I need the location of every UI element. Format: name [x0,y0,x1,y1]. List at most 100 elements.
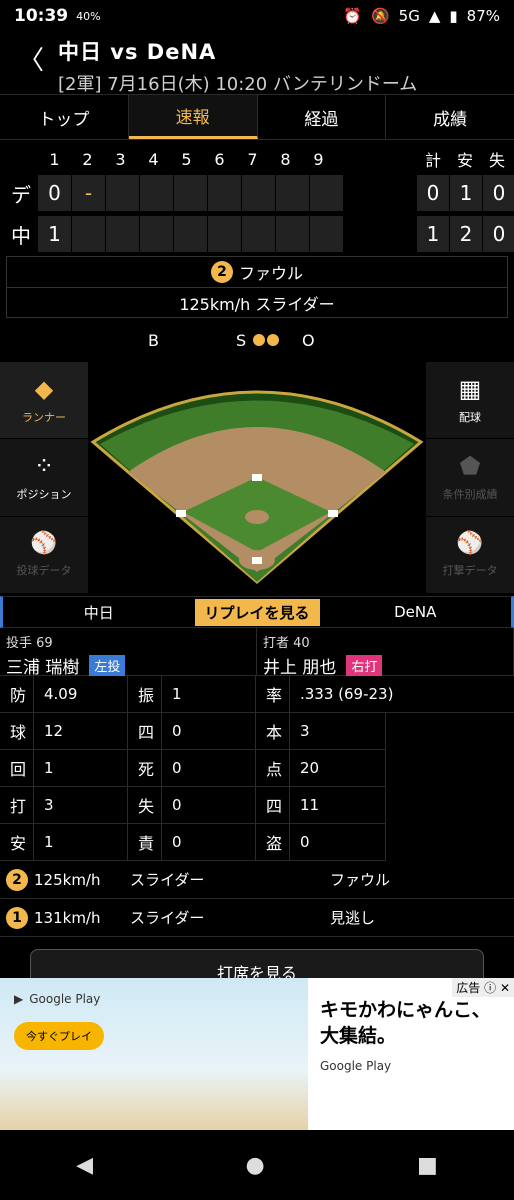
tab-stats[interactable]: 成績 [386,95,514,139]
batter-info[interactable]: 打者 40 井上 朋也 右打 [257,628,514,678]
pitch-type: スライダー [130,909,205,927]
pitcher-icon: ⚾ [30,531,58,557]
android-nav-bar: ◀ ● ■ [0,1130,514,1200]
tab-bar: トップ 速報 経過 成績 [0,94,514,140]
play-store-icon: ▶ [14,992,24,1006]
score-cell [140,175,173,211]
score-cell [276,216,309,252]
matchup: 投手 69 三浦 瑞樹 左投 打者 40 井上 朋也 右打 [0,628,514,678]
total-cell: 0 [483,175,514,211]
tab-progress[interactable]: 経過 [258,95,387,139]
pitch-result: ファウル [330,871,391,889]
team-bar: 中日 リプレイを見る DeNA [0,596,514,628]
inning-label: 3 [115,149,126,169]
batter-name: 井上 朋也 [263,658,337,678]
network-label: 5G [398,7,420,25]
strike-label: S [236,331,280,350]
score-cell [208,175,241,211]
position-button[interactable]: ⁘ ポジション [0,439,88,517]
inning-label: 6 [214,149,225,169]
score-cell [208,216,241,252]
runner-button[interactable]: ◆ ランナー [0,362,88,440]
score-cell: 1 [38,216,71,252]
total-cell: 0 [483,216,514,252]
ad-headline: キモかわにゃんこ、 [320,999,491,1021]
weather-indicator: 40% [76,9,101,23]
clock: 10:39 [14,6,69,26]
pitch-speed: 125km/h [34,870,101,889]
tab-top[interactable]: トップ [0,95,129,139]
score-cell [174,216,207,252]
total-cell: 2 [450,216,482,252]
right-side-menu: ▦ 配球 ⬟ 条件別成績 ⚾ 打撃データ [426,362,514,594]
ball-label: B [148,330,159,350]
hand-badge: 左投 [89,655,126,676]
score-cell [72,216,105,252]
total-label: 計 [424,151,441,170]
position-icon: ⁘ [33,452,55,481]
current-play: 2 ファウル 125km/h スライダー [6,256,508,318]
inning-label: 8 [280,149,291,169]
batter-icon: ⚾ [456,531,484,557]
total-cell: 1 [417,216,449,252]
split-stats-button[interactable]: ⬟ 条件別成績 [426,439,514,517]
radar-icon: ⬟ [459,452,481,481]
ad-image: ▶ Google Play 今すぐプレイ [0,978,308,1130]
pitcher-info[interactable]: 投手 69 三浦 瑞樹 左投 [0,628,257,678]
scoreboard: 1 2 3 4 5 6 7 8 9 デ 0 - 中 1 計 安 失 0 1 0 … [0,140,514,252]
pitch-row[interactable]: 1 131km/h スライダー 見逃し [0,899,514,937]
pitch-type: スライダー [130,871,205,889]
home-nav-icon[interactable]: ● [245,1153,264,1178]
replay-button[interactable]: リプレイを見る [194,598,320,626]
mute-icon: 🔕 [370,7,390,25]
battery-icon: ▮ [449,7,458,25]
score-cell [310,175,343,211]
batter-role: 打者 40 [263,636,310,651]
total-cell: 0 [417,175,449,211]
score-cell [106,175,139,211]
ad-headline: 大集結。 [320,1024,397,1047]
pitch-result: 見逃し [330,909,376,927]
total-label: 安 [456,151,473,170]
signal-icon: ▲ [428,7,441,25]
score-cell [140,216,173,252]
ad-label[interactable]: 広告 ⓘ ✕ [452,978,514,997]
pitch-row[interactable]: 2 125km/h スライダー ファウル [0,861,514,899]
score-cell [242,216,275,252]
home-team: 中日 [83,603,114,622]
back-nav-icon[interactable]: ◀ [76,1153,93,1178]
score-cell [310,216,343,252]
score-cell: 0 [38,175,71,211]
left-side-menu: ◆ ランナー ⁘ ポジション ⚾ 投球データ [0,362,88,594]
inning-label: 4 [148,149,159,169]
pitching-data-button[interactable]: ⚾ 投球データ [0,517,88,594]
inning-label: 2 [82,149,93,169]
recents-nav-icon[interactable]: ■ [417,1153,438,1178]
inning-label: 1 [49,149,60,169]
status-bar: 10:39 40% ⏰ 🔕 5G ▲ ▮ 87% [0,0,514,32]
hand-badge: 右打 [346,655,383,676]
team-label: デ [11,182,31,207]
score-cell [242,175,275,211]
pitch-speed: 131km/h [34,908,101,927]
inning-label: 5 [181,149,192,169]
pitch-number-badge: 2 [210,261,233,283]
score-cell [276,175,309,211]
pitcher-name: 三浦 瑞樹 [6,658,80,678]
ad-source: Google Play [320,1059,392,1074]
play-now-button[interactable]: 今すぐプレイ [14,1022,104,1050]
batting-data-button[interactable]: ⚾ 打撃データ [426,517,514,594]
pitch-chart-button[interactable]: ▦ 配球 [426,362,514,440]
total-label: 失 [488,151,505,170]
grid-icon: ▦ [458,375,482,404]
pitch-number-badge: 2 [6,868,28,891]
close-icon: ✕ [499,981,510,995]
strike-dot [267,333,280,346]
ad-banner[interactable]: ▶ Google Play 今すぐプレイ キモかわにゃんこ、 大集結。 Google… [0,978,514,1130]
tab-live[interactable]: 速報 [128,95,258,139]
away-team: DeNA [394,603,437,621]
pitcher-role: 投手 69 [6,636,53,651]
back-button[interactable]: 〈 [14,36,48,80]
score-cell: - [72,175,105,211]
stats-table: 防 4.09 球 12 回1 打3 安1 振1 四0 死0 失0 責0 率 .333 … [0,676,514,861]
